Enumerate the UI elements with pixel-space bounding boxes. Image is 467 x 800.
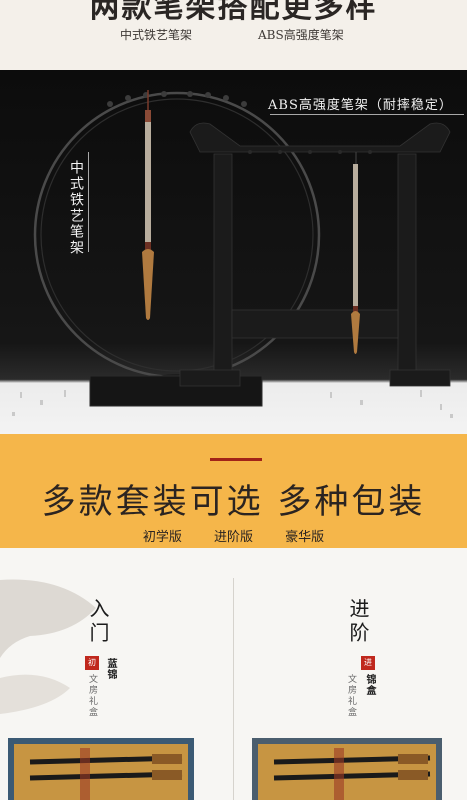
iron-rack-label-line [88, 152, 89, 252]
top-option-iron-label: 中式铁艺笔架 [120, 28, 193, 42]
edition-deluxe: 豪华版 [285, 530, 325, 545]
package-photos-section: 入门 初 文房礼盒 蓝锦 进阶 进 文房礼盒 锦盒 [0, 548, 467, 800]
right-package-box-type: 锦盒 [364, 674, 375, 696]
banner-title: 多款套装可选 多种包装 [41, 482, 426, 522]
top-heading-title: 两款笔架搭配更多样 [89, 0, 378, 25]
left-package-box-type: 蓝锦 [105, 658, 116, 680]
edition-advanced: 进阶版 [213, 530, 253, 545]
right-package-seal: 进 [361, 656, 375, 670]
abs-rack-label-line [270, 114, 464, 115]
right-package-caption: 文房礼盒 [346, 674, 356, 718]
brush-rack-photo: ABS高强度笔架（耐摔稳定） 中式铁艺笔架 [0, 70, 467, 434]
package-edition-list: 初学版 进阶版 豪华版 [0, 526, 467, 545]
right-package-title: 进阶 [346, 598, 370, 646]
top-heading-section: 两款笔架搭配更多样 中式铁艺笔架 ABS高强度笔架 [0, 0, 467, 70]
iron-rack-label: 中式铁艺笔架 [68, 160, 84, 256]
abs-rack-label: ABS高强度笔架（耐摔稳定） [268, 98, 453, 113]
banner-accent-bar [210, 458, 262, 461]
left-package-title: 入门 [86, 598, 110, 646]
left-package-caption: 文房礼盒 [87, 674, 97, 718]
left-package-seal: 初 [85, 656, 99, 670]
top-option-abs-label: ABS高强度笔架 [258, 28, 344, 42]
gift-box-illustration [0, 578, 442, 800]
package-options-banner: 多款套装可选 多种包装 初学版 进阶版 豪华版 [0, 434, 467, 548]
edition-beginner: 初学版 [142, 530, 182, 545]
